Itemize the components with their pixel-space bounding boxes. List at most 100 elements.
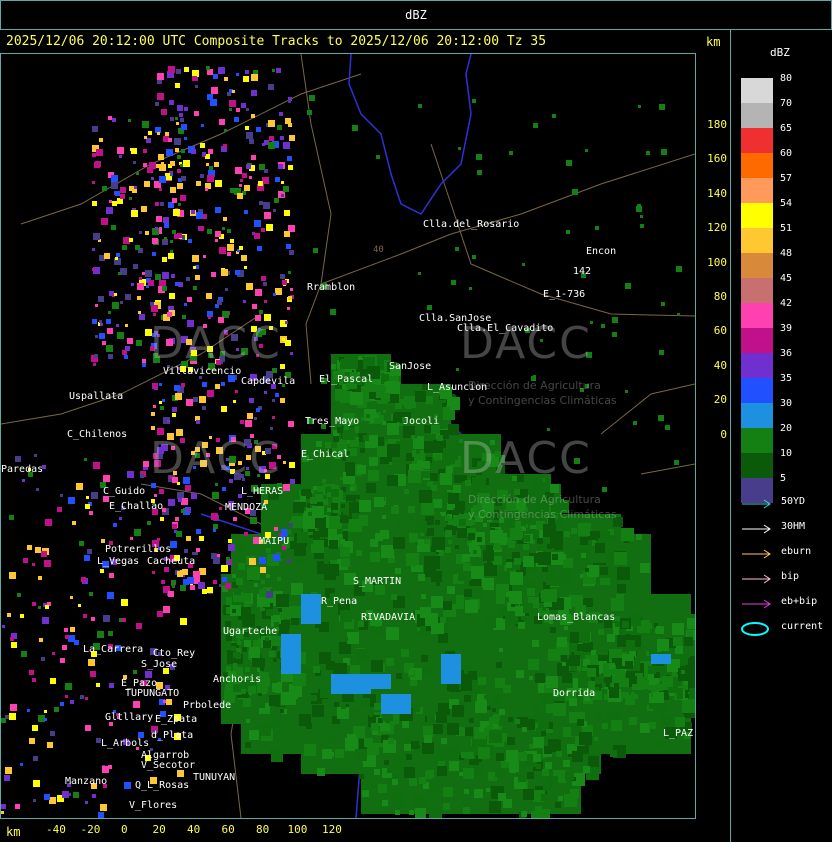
- x-tick-label: 60: [221, 823, 235, 836]
- x-tick-label: 40: [187, 823, 201, 836]
- legend-level-label: 35: [780, 373, 793, 384]
- place-label: V_Flores: [129, 800, 178, 811]
- legend-swatch: [741, 78, 773, 103]
- watermark-line2: y Contingencias Climáticas: [468, 394, 617, 407]
- legend-level-label: 20: [780, 423, 793, 434]
- place-label: Gltllary: [105, 712, 154, 723]
- legend-level-label: 48: [780, 248, 793, 259]
- x-tick-label: 0: [121, 823, 128, 836]
- x-tick-label: 20: [152, 823, 166, 836]
- x-tick-label: 100: [287, 823, 308, 836]
- legend-level-label: 70: [780, 98, 793, 109]
- legend-level-label: 57: [780, 173, 793, 184]
- track-arrow-icon: [742, 499, 771, 509]
- subtitle-text: 2025/12/06 20:12:00 UTC Composite Tracks…: [6, 34, 547, 49]
- place-label: Lomas_Blancas: [537, 612, 616, 623]
- x-tick-label: -40: [46, 823, 66, 836]
- place-label: E_Zpata: [155, 714, 198, 725]
- y-tick-label: 100: [707, 255, 727, 269]
- place-label: L_Vegas: [97, 556, 140, 567]
- place-label: Tres_Mayo: [305, 416, 360, 427]
- track-arrow-icon: [742, 524, 771, 534]
- y-axis-unit: km: [706, 35, 721, 49]
- legend-level-label: 80: [780, 73, 793, 84]
- place-label: Prbolede: [183, 700, 232, 711]
- legend-swatch: [741, 253, 773, 278]
- y-tick-label: 120: [707, 221, 727, 235]
- legend-level-label: 36: [780, 348, 793, 359]
- place-label: S_MARTIN: [353, 576, 402, 587]
- legend-level-label: 54: [780, 198, 793, 209]
- legend-level-label: 60: [780, 148, 793, 159]
- track-label: bip: [781, 571, 800, 582]
- track-label: 30HM: [781, 521, 806, 532]
- x-axis-unit: km: [6, 825, 21, 839]
- track-arrow-icon: [742, 599, 771, 609]
- watermark-brand: DACC: [460, 318, 592, 369]
- place-label: Manzano: [65, 776, 108, 787]
- place-label: E_Challao: [109, 501, 164, 512]
- legend-swatch: [741, 128, 773, 153]
- track-arrow-icon: [742, 574, 771, 584]
- place-label: Q_L_Rosas: [135, 780, 190, 791]
- y-tick-label: 80: [713, 290, 727, 303]
- place-label: Cto_Rey: [153, 648, 196, 659]
- watermark-brand: DACC: [460, 433, 592, 484]
- place-label: MAIPU: [259, 536, 290, 547]
- legend-swatch: [741, 453, 773, 478]
- legend-swatch: [741, 228, 773, 253]
- watermark-line1: Dirección de Agricultura: [468, 493, 601, 506]
- place-label: d_Plata: [151, 730, 194, 741]
- y-tick-label: 60: [713, 324, 727, 338]
- place-label: TUNUYAN: [193, 772, 236, 783]
- place-label: C_Chilenos: [67, 429, 128, 440]
- watermark-line2: y Contingencias Climáticas: [468, 508, 617, 521]
- legend-swatch: [741, 428, 773, 453]
- current-ellipse-icon: [741, 622, 769, 636]
- watermark-brand: DACC: [150, 433, 282, 484]
- svg-text:40: 40: [373, 245, 384, 255]
- place-label: Jocoli: [403, 416, 440, 427]
- place-label: Paredas: [1, 464, 44, 475]
- watermark-text: Dirección de Agricultura y Contingencias…: [468, 378, 617, 408]
- legend-title: dBZ: [770, 46, 790, 59]
- place-label: E_1-736: [543, 289, 586, 300]
- y-tick-label: 0: [720, 427, 727, 441]
- place-label: RIVADAVIA: [361, 612, 416, 623]
- place-label: TUPUNGATO: [125, 688, 180, 699]
- legend-swatch: [741, 353, 773, 378]
- watermark-text: Dirección de Agricultura y Contingencias…: [468, 492, 617, 522]
- legend-level-label: 5: [780, 473, 787, 484]
- place-label: Encon: [586, 246, 617, 257]
- legend-level-label: 39: [780, 323, 793, 334]
- track-arrow-icon: [742, 549, 771, 559]
- legend-swatch: [741, 303, 773, 328]
- place-label: Anchoris: [213, 674, 262, 685]
- place-label: L_Arbols: [101, 738, 150, 749]
- watermark-brand: DACC: [150, 318, 282, 369]
- y-tick-label: 40: [713, 358, 727, 372]
- place-label: L_PAZ: [663, 728, 694, 739]
- x-tick-label: 80: [256, 823, 270, 836]
- place-label: Capdevila: [241, 376, 296, 387]
- y-tick-label: 20: [713, 393, 727, 407]
- legend-level-label: 65: [780, 123, 793, 134]
- place-label: Dorrida: [553, 688, 596, 699]
- place-label: S_Jose: [141, 659, 178, 670]
- place-label: C_Guido: [103, 486, 146, 497]
- place-label: La_Carrera: [83, 644, 144, 655]
- track-label: 50YD: [781, 496, 806, 507]
- place-label: L_HERAS: [241, 486, 284, 497]
- track-label: eb+bip: [781, 596, 818, 607]
- legend-swatch: [741, 378, 773, 403]
- place-label: Potrerillos: [105, 544, 172, 555]
- y-tick-label: 180: [707, 118, 727, 131]
- legend-level-label: 30: [780, 398, 793, 409]
- place-label: MENDOZA: [225, 502, 268, 513]
- legend-level-label: 45: [780, 273, 793, 284]
- track-label: eburn: [781, 546, 812, 557]
- legend-swatch: [741, 328, 773, 353]
- legend-swatch: [741, 103, 773, 128]
- place-label: R_Pena: [321, 596, 358, 607]
- place-label: El_Pascal: [319, 374, 374, 385]
